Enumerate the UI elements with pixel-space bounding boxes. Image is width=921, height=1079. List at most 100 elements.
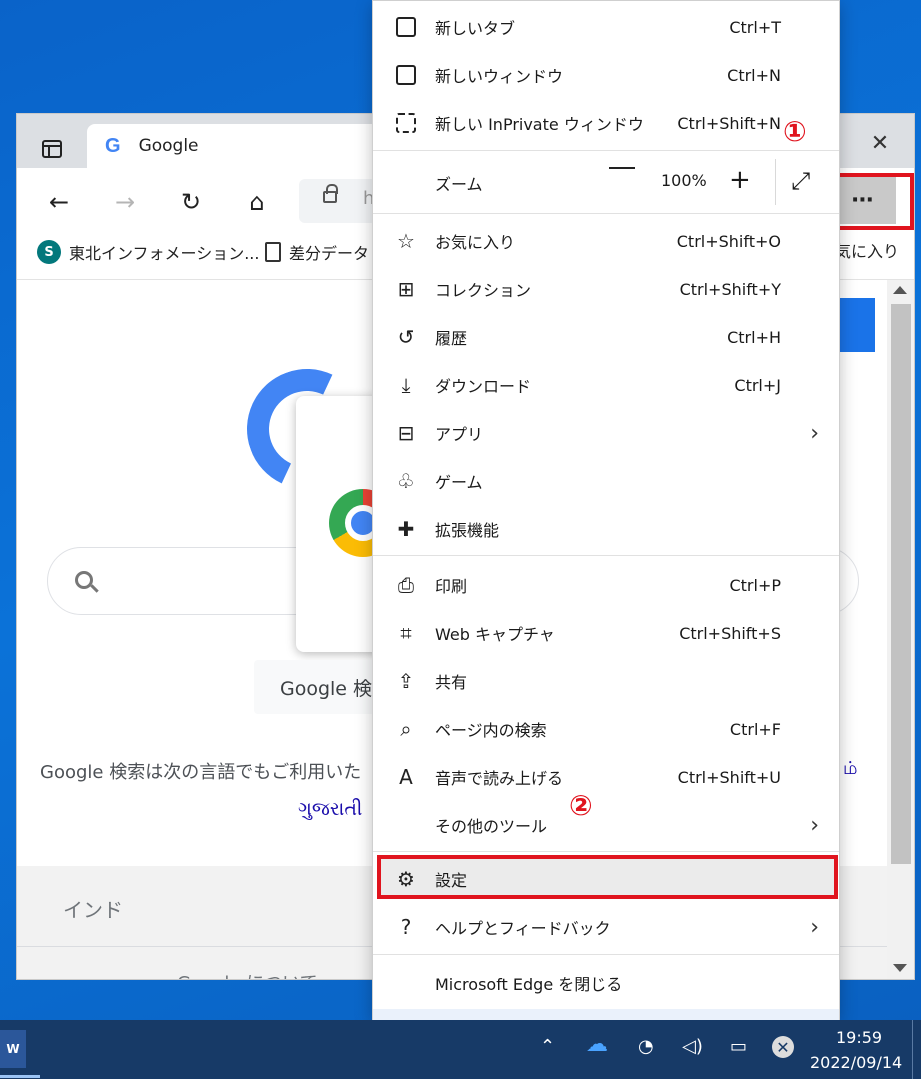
forward-icon[interactable]: → xyxy=(107,184,143,220)
word-app-icon[interactable]: W xyxy=(0,1030,26,1068)
menu-label: コレクション xyxy=(435,281,532,300)
menu-label: Microsoft Edge を閉じる xyxy=(435,975,623,994)
menu-shortcut: Ctrl+J xyxy=(734,375,781,395)
zoom-in-button[interactable]: + xyxy=(729,167,751,193)
download-icon: ⤓ xyxy=(401,373,411,397)
menu-label: Web キャプチャ xyxy=(435,625,555,644)
menu-item-find[interactable]: ⌕ ページ内の検索 Ctrl+F xyxy=(373,705,839,753)
menu-shortcut: Ctrl+F xyxy=(729,719,781,739)
chevron-up-icon[interactable]: ⌃ xyxy=(540,1036,555,1057)
menu-item-history[interactable]: ↺ 履歴 Ctrl+H xyxy=(373,313,839,361)
menu-item-new-tab[interactable]: 新しいタブ Ctrl+T xyxy=(373,3,839,51)
home-icon[interactable]: ⌂ xyxy=(239,184,275,220)
extensions-icon: ✚ xyxy=(397,517,415,541)
chevron-right-icon: › xyxy=(810,914,819,940)
menu-label: その他のツール xyxy=(435,817,548,836)
menu-label: 共有 xyxy=(435,673,468,692)
menu-item-zoom: ズーム xyxy=(373,159,839,207)
menu-item-help[interactable]: ? ヘルプとフィードバック › xyxy=(373,903,839,951)
menu-item-print[interactable]: ⎙ 印刷 Ctrl+P xyxy=(373,561,839,609)
tab-google[interactable]: G Google xyxy=(87,124,387,168)
battery-icon[interactable]: ▭ xyxy=(730,1036,747,1057)
menu-item-collections[interactable]: ⊞ コレクション Ctrl+Shift+Y xyxy=(373,265,839,313)
favorite-item-sharepoint[interactable]: S 東北インフォメーション... xyxy=(37,237,259,267)
menu-item-new-window[interactable]: 新しいウィンドウ Ctrl+N xyxy=(373,51,839,99)
back-icon[interactable]: ← xyxy=(41,184,77,220)
menu-divider xyxy=(373,150,839,151)
menu-label: 新しいウィンドウ xyxy=(435,67,564,86)
chevron-right-icon: › xyxy=(810,812,819,838)
menu-item-apps[interactable]: ⊟ アプリ › xyxy=(373,409,839,457)
menu-item-downloads[interactable]: ⤓ ダウンロード Ctrl+J xyxy=(373,361,839,409)
menu-divider xyxy=(373,555,839,556)
menu-item-web-capture[interactable]: ⌗ Web キャプチャ Ctrl+Shift+S xyxy=(373,609,839,657)
menu-label: アプリ xyxy=(435,425,484,444)
apps-icon: ⊟ xyxy=(397,421,415,445)
tab-actions-icon[interactable] xyxy=(37,134,67,164)
onedrive-icon[interactable]: ☁ xyxy=(586,1032,608,1057)
clock-date[interactable]: 2022/09/14 xyxy=(810,1053,902,1072)
menu-item-extensions[interactable]: ✚ 拡張機能 xyxy=(373,505,839,553)
zoom-divider xyxy=(775,159,776,205)
menu-item-inprivate[interactable]: 新しい InPrivate ウィンドウ Ctrl+Shift+N xyxy=(373,99,839,147)
language-text: Google 検索は次の言語でもご利用いた xyxy=(40,762,362,783)
active-app-indicator xyxy=(0,1075,40,1078)
footer-country: インド xyxy=(63,898,123,922)
sharepoint-icon: S xyxy=(37,240,61,264)
menu-shortcut: Ctrl+Shift+N xyxy=(677,113,781,133)
refresh-icon[interactable]: ↻ xyxy=(173,184,209,220)
close-window-icon[interactable]: ✕ xyxy=(865,128,895,158)
menu-divider xyxy=(373,954,839,955)
menu-label: ページ内の検索 xyxy=(435,721,547,740)
print-icon: ⎙ xyxy=(398,573,414,597)
menu-shortcut: Ctrl+H xyxy=(727,327,781,347)
zoom-label: ズーム xyxy=(435,175,483,194)
menu-label: 新しい InPrivate ウィンドウ xyxy=(435,115,644,134)
notification-icon[interactable]: ✕ xyxy=(772,1036,794,1058)
scroll-up-icon[interactable] xyxy=(893,286,907,294)
wifi-icon[interactable]: ◔ xyxy=(638,1036,654,1057)
new-window-icon xyxy=(393,62,419,88)
menu-item-more-tools[interactable]: その他のツール › xyxy=(373,801,839,849)
favorite-label: 東北インフォメーション... xyxy=(69,244,260,263)
highlight-box-step2 xyxy=(377,855,838,899)
lock-icon xyxy=(323,184,338,203)
footer-about-link[interactable]: Google について xyxy=(177,969,318,979)
menu-item-close-edge[interactable]: Microsoft Edge を閉じる xyxy=(373,959,839,1007)
zoom-out-button[interactable] xyxy=(609,167,635,169)
menu-shortcut: Ctrl+Shift+S xyxy=(679,623,781,643)
menu-item-games[interactable]: ♧ ゲーム xyxy=(373,457,839,505)
show-desktop-button[interactable] xyxy=(912,1020,913,1079)
menu-item-share[interactable]: ⇪ 共有 xyxy=(373,657,839,705)
highlight-box-step1 xyxy=(827,173,914,230)
read-aloud-icon: A xyxy=(399,765,413,789)
menu-label: お気に入り xyxy=(435,233,516,252)
favorite-item-diff[interactable]: 差分データ xyxy=(265,237,369,267)
tab-title: Google xyxy=(138,136,199,156)
menu-item-favorites[interactable]: ☆ お気に入り Ctrl+Shift+O xyxy=(373,217,839,265)
language-link-right[interactable]: ம் xyxy=(843,758,857,781)
zoom-value: 100% xyxy=(661,171,707,190)
clock-time[interactable]: 19:59 xyxy=(836,1028,882,1047)
search-icon xyxy=(75,571,93,589)
collections-icon: ⊞ xyxy=(397,277,415,301)
scroll-down-icon[interactable] xyxy=(893,964,907,972)
menu-label: ゲーム xyxy=(435,473,483,492)
scrollbar-thumb[interactable] xyxy=(891,304,911,864)
menu-label: 履歴 xyxy=(435,329,468,348)
menu-shortcut: Ctrl+P xyxy=(729,575,781,595)
menu-shortcut: Ctrl+Shift+O xyxy=(676,231,781,251)
google-favicon-icon: G xyxy=(105,134,121,157)
menu-shortcut: Ctrl+T xyxy=(729,17,781,37)
step1-badge: ① xyxy=(783,115,807,148)
fullscreen-icon[interactable]: ⤢ xyxy=(791,167,810,195)
other-favorites[interactable]: 気に入り xyxy=(835,238,899,262)
chevron-right-icon: › xyxy=(810,420,819,446)
menu-shortcut: Ctrl+Shift+Y xyxy=(679,279,781,299)
menu-item-read-aloud[interactable]: A 音声で読み上げる Ctrl+Shift+U xyxy=(373,753,839,801)
volume-icon[interactable]: ◁) xyxy=(682,1036,703,1057)
new-tab-icon xyxy=(393,14,419,40)
menu-label: 拡張機能 xyxy=(435,521,500,540)
menu-label: ヘルプとフィードバック xyxy=(435,919,611,938)
language-link-gujarati[interactable]: ગુજરાતી xyxy=(298,798,362,820)
